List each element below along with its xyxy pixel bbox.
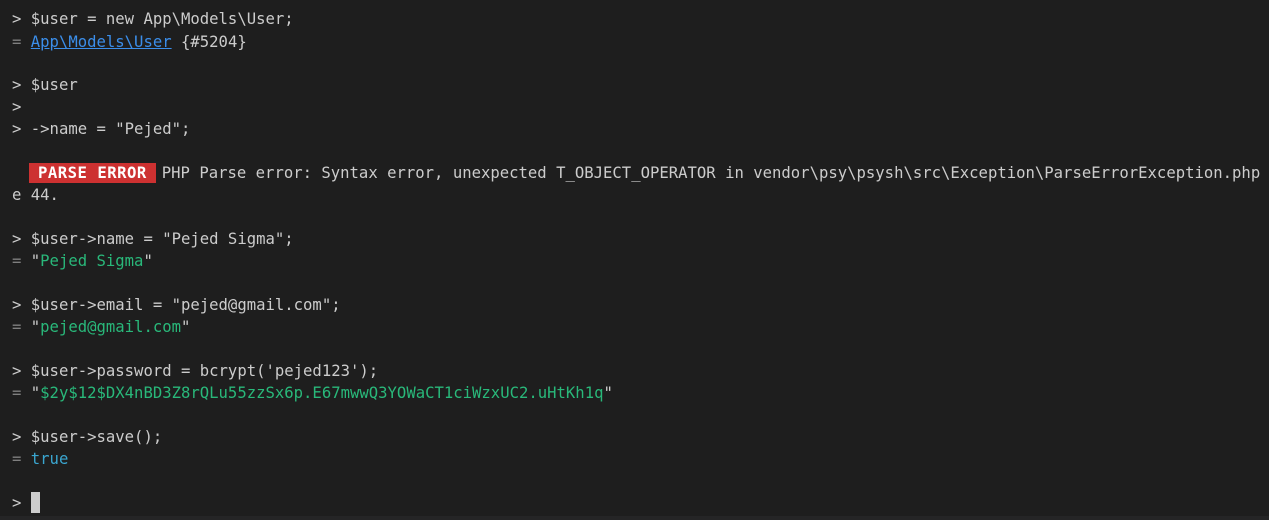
- text-cursor[interactable]: [30, 492, 40, 513]
- input-line-empty: >: [12, 96, 21, 118]
- input-line-set-name: > $user->name = "Pejed Sigma";: [12, 228, 294, 250]
- boolean-value: true: [30, 450, 69, 468]
- input-line-save: > $user->save();: [12, 426, 162, 448]
- result-prefix: =: [12, 450, 22, 468]
- panel-bottom-edge: [0, 516, 1269, 520]
- prompt-symbol: >: [12, 494, 22, 512]
- error-message: PHP Parse error: Syntax error, unexpecte…: [161, 164, 1269, 182]
- command-text: $user->email = "pejed@gmail.com";: [30, 296, 341, 314]
- prompt-symbol: >: [12, 120, 22, 138]
- string-value: $2y$12$DX4nBD3Z8rQLu55zzSx6p.E67mwwQ3YOW…: [40, 384, 604, 402]
- prompt-symbol: >: [12, 362, 22, 380]
- input-line-new-user: > $user = new App\Models\User;: [12, 8, 294, 30]
- command-text: $user = new App\Models\User;: [30, 10, 294, 28]
- output-line-name: = "Pejed Sigma": [12, 252, 153, 270]
- command-text: ->name = "Pejed";: [30, 120, 191, 138]
- terminal-panel[interactable]: > $user = new App\Models\User; = App\Mod…: [0, 0, 1269, 520]
- prompt-symbol: >: [12, 98, 22, 116]
- string-value: Pejed Sigma: [40, 252, 144, 270]
- error-message-wrap: e 44.: [12, 186, 59, 204]
- command-text: $user->name = "Pejed Sigma";: [30, 230, 294, 248]
- object-id: {#5204}: [181, 33, 247, 51]
- input-line-user: > $user: [12, 74, 78, 96]
- input-line-set-email: > $user->email = "pejed@gmail.com";: [12, 294, 341, 316]
- result-prefix: =: [12, 318, 22, 336]
- output-line-password: = "$2y$12$DX4nBD3Z8rQLu55zzSx6p.E67mwwQ3…: [12, 384, 613, 402]
- input-line-current[interactable]: >: [12, 492, 40, 514]
- command-text: $user->password = bcrypt('pejed123');: [30, 362, 379, 380]
- command-text: $user->save();: [30, 428, 163, 446]
- command-text: $user: [30, 76, 78, 94]
- prompt-symbol: >: [12, 230, 22, 248]
- error-line-wrap: e 44.: [12, 184, 59, 206]
- input-line-name-attempt: > ->name = "Pejed";: [12, 118, 190, 140]
- result-prefix: =: [12, 252, 22, 270]
- class-link[interactable]: App\Models\User: [31, 33, 172, 51]
- error-line: PARSE ERROR PHP Parse error: Syntax error…: [29, 162, 1269, 184]
- string-value: pejed@gmail.com: [40, 318, 181, 336]
- result-prefix: =: [12, 384, 22, 402]
- result-prefix: =: [12, 33, 22, 51]
- output-line-save: = true: [12, 448, 68, 470]
- output-line-new-user: = App\Models\User {#5204}: [12, 31, 247, 53]
- parse-error-badge: PARSE ERROR: [29, 163, 156, 183]
- prompt-symbol: >: [12, 296, 22, 314]
- prompt-symbol: >: [12, 10, 22, 28]
- input-line-set-password: > $user->password = bcrypt('pejed123');: [12, 360, 378, 382]
- prompt-symbol: >: [12, 428, 22, 446]
- output-line-email: = "pejed@gmail.com": [12, 318, 191, 336]
- prompt-symbol: >: [12, 76, 22, 94]
